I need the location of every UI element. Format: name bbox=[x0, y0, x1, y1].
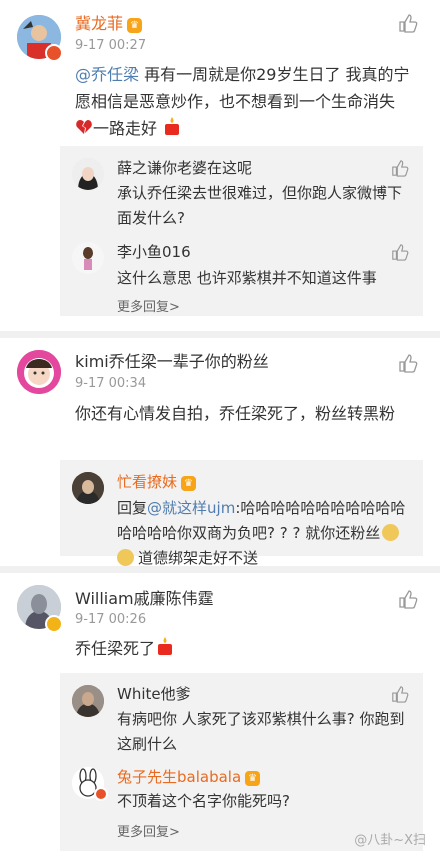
comment-text-part: 一路走好 bbox=[93, 119, 163, 138]
reply-text: 回复@就这样ujm:哈哈哈哈哈哈哈哈哈哈哈哈哈哈哈你双商为负吧? ? ? 就你还… bbox=[117, 496, 409, 571]
doge-emoji-icon bbox=[382, 524, 400, 541]
broken-heart-icon bbox=[76, 120, 92, 134]
candle-icon bbox=[165, 117, 180, 135]
watermark: @八卦~X扫 bbox=[354, 833, 426, 848]
like-icon[interactable] bbox=[391, 159, 409, 177]
commenter-name-text[interactable]: 冀龙菲 bbox=[75, 14, 123, 33]
like-icon[interactable] bbox=[398, 13, 418, 33]
reply-box: White他爹 有病吧你 人家死了该邓紫棋什么事? 你跑到这刷什么 兔子先生ba… bbox=[60, 673, 423, 851]
reply-text-part: 道德绑架走好不送 bbox=[138, 549, 259, 567]
commenter-name[interactable]: William戚廉陈伟霆 bbox=[75, 589, 214, 609]
avatar[interactable] bbox=[17, 350, 61, 394]
reply-text: 承认乔任梁去世很难过，但你跑人家微博下面发什么? bbox=[117, 184, 403, 227]
doge-emoji-icon bbox=[117, 549, 134, 566]
verified-badge-icon bbox=[45, 44, 63, 62]
comment-time: 9-17 00:27 bbox=[75, 38, 147, 53]
reply-box: 薛之谦你老婆在这呢 承认乔任梁去世很难过，但你跑人家微博下面发什么? 李小鱼01… bbox=[60, 146, 423, 316]
reply-box: 忙看撩妹 ♛ 回复@就这样ujm:哈哈哈哈哈哈哈哈哈哈哈哈哈哈哈你双商为负吧? ?… bbox=[60, 460, 423, 567]
vip-crown-icon: ♛ bbox=[245, 771, 261, 786]
reply-text: 这什么意思 也许邓紫棋并不知道这件事 bbox=[117, 269, 377, 287]
reply-avatar[interactable] bbox=[72, 242, 104, 274]
comment-3: William戚廉陈伟霆 9-17 00:26 乔任梁死了 White他爹 有病… bbox=[0, 573, 440, 856]
more-replies-link[interactable]: 更多回复> bbox=[117, 296, 180, 315]
comment-time: 9-17 00:34 bbox=[75, 376, 147, 391]
comment-text-part: 乔任梁死了 bbox=[75, 639, 156, 658]
comment-text: 乔任梁死了 bbox=[75, 635, 418, 662]
reply-name[interactable]: 李小鱼016 bbox=[117, 241, 191, 262]
reply-text: 有病吧你 人家死了该邓紫棋什么事? 你跑到这刷什么 bbox=[117, 710, 405, 753]
divider bbox=[0, 331, 440, 338]
vip-crown-icon: ♛ bbox=[181, 476, 196, 491]
commenter-name[interactable]: kimi乔任梁一辈子你的粉丝 bbox=[75, 352, 269, 372]
like-icon[interactable] bbox=[398, 589, 418, 609]
reply-name-text[interactable]: 兔子先生balabala bbox=[117, 768, 241, 786]
comment-time: 9-17 00:26 bbox=[75, 612, 147, 627]
like-icon[interactable] bbox=[391, 685, 409, 703]
reply-avatar[interactable] bbox=[72, 685, 104, 717]
divider bbox=[0, 566, 440, 573]
verified-badge-icon bbox=[45, 615, 63, 633]
comment-text: 你还有心情发自拍，乔任梁死了，粉丝转黑粉 bbox=[75, 404, 396, 423]
mention-link[interactable]: @乔任梁 bbox=[75, 65, 139, 84]
candle-icon bbox=[158, 637, 173, 655]
reply-name-text[interactable]: 忙看撩妹 bbox=[117, 473, 177, 491]
vip-crown-icon: ♛ bbox=[127, 18, 142, 33]
comment-2: kimi乔任梁一辈子你的粉丝 9-17 00:34 你还有心情发自拍，乔任梁死了… bbox=[0, 338, 440, 568]
reply-text: 不顶着这个名字你能死吗? bbox=[117, 792, 290, 810]
verified-badge-icon bbox=[94, 787, 108, 801]
mention-link[interactable]: @就这样ujm bbox=[147, 499, 235, 517]
comment-1: 冀龙菲 ♛ 9-17 00:27 @乔任梁 再有一周就是你29岁生日了 我真的宁愿… bbox=[0, 0, 440, 331]
like-icon[interactable] bbox=[398, 353, 418, 373]
reply-name[interactable]: 忙看撩妹 ♛ bbox=[117, 471, 196, 492]
more-replies-link[interactable]: 更多回复> bbox=[117, 821, 180, 840]
reply-avatar[interactable] bbox=[72, 472, 104, 504]
like-icon[interactable] bbox=[391, 243, 409, 261]
reply-name[interactable]: 兔子先生balabala ♛ bbox=[117, 766, 261, 787]
reply-prefix: 回复 bbox=[117, 499, 148, 517]
reply-name[interactable]: 薛之谦你老婆在这呢 bbox=[117, 157, 252, 178]
comment-text: @乔任梁 再有一周就是你29岁生日了 我真的宁愿相信是恶意炒作，也不想看到一个生… bbox=[75, 61, 418, 142]
reply-avatar[interactable] bbox=[72, 158, 104, 190]
reply-name[interactable]: White他爹 bbox=[117, 683, 191, 704]
commenter-name[interactable]: 冀龙菲 ♛ bbox=[75, 14, 142, 34]
